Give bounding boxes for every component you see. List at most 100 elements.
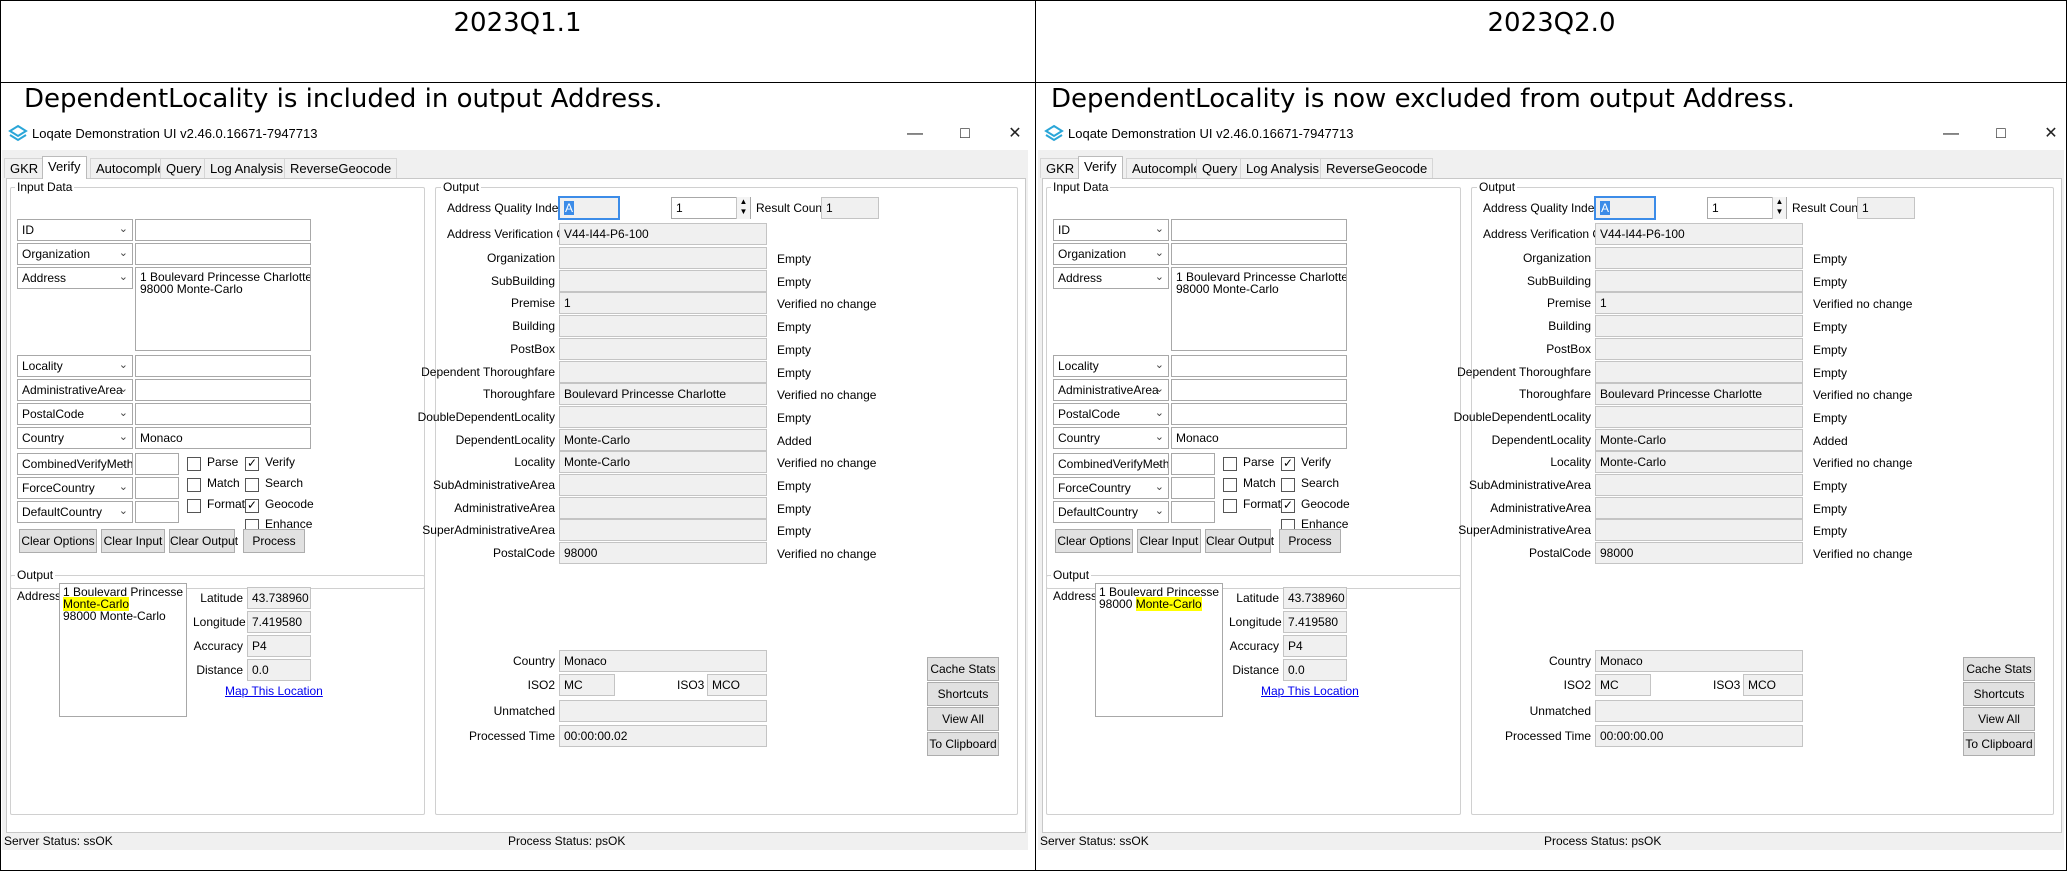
output-group-label: Output xyxy=(15,568,56,582)
map-location-link[interactable]: Map This Location xyxy=(225,684,323,698)
process-button[interactable]: Process xyxy=(243,529,305,553)
option-value-input[interactable] xyxy=(1171,477,1215,499)
minimize-icon[interactable]: — xyxy=(1934,122,1968,146)
address-input[interactable]: 1 Boulevard Princesse Charlotte 98000 Mon… xyxy=(135,267,311,351)
row-label: Building xyxy=(512,319,555,334)
spinner-arrows-icon[interactable]: ▲ ▼ xyxy=(736,197,750,219)
administrativearea-input[interactable] xyxy=(1171,379,1347,401)
match-checkbox[interactable] xyxy=(1223,478,1237,492)
country-input[interactable]: Monaco xyxy=(135,427,311,449)
format-checkbox[interactable] xyxy=(187,499,201,513)
id-input[interactable] xyxy=(1171,219,1347,241)
side-button-shortcuts[interactable]: Shortcuts xyxy=(1963,682,2035,706)
clear-output-button[interactable]: Clear Output xyxy=(169,529,238,553)
option-value-input[interactable] xyxy=(135,477,179,499)
aqi-label: Address Quality Index xyxy=(447,201,565,215)
tab-log-analysis[interactable]: Log Analysis xyxy=(1240,158,1325,178)
field-selector-locality[interactable]: Locality ⌄ xyxy=(17,355,133,377)
chevron-down-icon: ⌄ xyxy=(1154,223,1164,235)
clear-input-button[interactable]: Clear Input xyxy=(101,529,165,553)
tab-log-analysis[interactable]: Log Analysis xyxy=(204,158,289,178)
field-selector-organization[interactable]: Organization ⌄ xyxy=(1053,243,1169,265)
locality-input[interactable] xyxy=(1171,355,1347,377)
process-button[interactable]: Process xyxy=(1279,529,1341,553)
format-label: Format xyxy=(1243,497,1282,511)
field-selector-organization[interactable]: Organization ⌄ xyxy=(17,243,133,265)
row-value xyxy=(559,337,767,360)
side-button-cache-stats[interactable]: Cache Stats xyxy=(927,657,999,681)
tab-verify[interactable]: Verify xyxy=(1078,156,1123,179)
field-selector-country[interactable]: Country ⌄ xyxy=(17,427,133,449)
locality-input[interactable] xyxy=(135,355,311,377)
administrativearea-input[interactable] xyxy=(135,379,311,401)
option-value-input[interactable] xyxy=(135,501,179,523)
output-group-label: Output xyxy=(441,180,482,194)
match-checkbox[interactable] xyxy=(187,478,201,492)
tab-reversegeocode[interactable]: ReverseGeocode xyxy=(284,158,398,178)
tab-reversegeocode[interactable]: ReverseGeocode xyxy=(1320,158,1434,178)
verify-checkbox[interactable]: ✓ xyxy=(245,457,259,471)
option-value-input[interactable] xyxy=(1171,453,1215,475)
option-selector-defaultcountry[interactable]: DefaultCountry ⌄ xyxy=(17,501,133,523)
clear-options-button[interactable]: Clear Options xyxy=(19,529,97,553)
maximize-icon[interactable]: □ xyxy=(948,122,982,146)
address-input[interactable]: 1 Boulevard Princesse Charlotte 98000 Mon… xyxy=(1171,267,1347,351)
geocode-checkbox[interactable]: ✓ xyxy=(1281,499,1295,513)
row-status: Empty xyxy=(777,410,812,425)
id-input[interactable] xyxy=(135,219,311,241)
minimize-icon[interactable]: — xyxy=(898,122,932,146)
maximize-icon[interactable]: □ xyxy=(1984,122,2018,146)
side-button-view-all[interactable]: View All xyxy=(927,707,999,731)
parse-checkbox[interactable] xyxy=(1223,457,1237,471)
side-button-cache-stats[interactable]: Cache Stats xyxy=(1963,657,2035,681)
spinner-arrows-icon[interactable]: ▲ ▼ xyxy=(1772,197,1786,219)
field-selector-id[interactable]: ID ⌄ xyxy=(17,219,133,241)
search-checkbox[interactable] xyxy=(1281,478,1295,492)
tab-verify[interactable]: Verify xyxy=(42,156,87,179)
postalcode-input[interactable] xyxy=(1171,403,1347,425)
field-selector-id[interactable]: ID ⌄ xyxy=(1053,219,1169,241)
tab-query[interactable]: Query xyxy=(160,158,208,178)
field-selector-administrativearea[interactable]: AdministrativeArea ⌄ xyxy=(1053,379,1169,401)
option-selector-combinedverifymethoc[interactable]: CombinedVerifyMethoc⌄ xyxy=(1053,453,1169,475)
close-icon[interactable]: ✕ xyxy=(2034,122,2064,146)
side-button-view-all[interactable]: View All xyxy=(1963,707,2035,731)
tab-gkr[interactable]: GKR xyxy=(4,158,45,178)
field-selector-administrativearea[interactable]: AdministrativeArea ⌄ xyxy=(17,379,133,401)
verify-label: Verify xyxy=(1301,455,1332,469)
tab-query[interactable]: Query xyxy=(1196,158,1244,178)
option-selector-forcecountry[interactable]: ForceCountry ⌄ xyxy=(1053,477,1169,499)
field-selector-address[interactable]: Address ⌄ xyxy=(17,267,133,289)
clear-output-button[interactable]: Clear Output xyxy=(1205,529,1274,553)
geocode-checkbox[interactable]: ✓ xyxy=(245,499,259,513)
option-selector-combinedverifymethoc[interactable]: CombinedVerifyMethoc⌄ xyxy=(17,453,133,475)
search-checkbox[interactable] xyxy=(245,478,259,492)
postalcode-input[interactable] xyxy=(135,403,311,425)
tab-gkr[interactable]: GKR xyxy=(1040,158,1081,178)
field-selector-locality[interactable]: Locality ⌄ xyxy=(1053,355,1169,377)
row-status: Empty xyxy=(777,320,812,335)
side-button-to-clipboard[interactable]: To Clipboard xyxy=(1963,732,2035,756)
format-checkbox[interactable] xyxy=(1223,499,1237,513)
field-selector-postalcode[interactable]: PostalCode ⌄ xyxy=(17,403,133,425)
side-button-shortcuts[interactable]: Shortcuts xyxy=(927,682,999,706)
clear-options-button[interactable]: Clear Options xyxy=(1055,529,1133,553)
field-selector-country[interactable]: Country ⌄ xyxy=(1053,427,1169,449)
map-location-link[interactable]: Map This Location xyxy=(1261,684,1359,698)
option-value-input[interactable] xyxy=(1171,501,1215,523)
row-status: Empty xyxy=(1813,410,1848,425)
close-icon[interactable]: ✕ xyxy=(998,122,1028,146)
verify-checkbox[interactable]: ✓ xyxy=(1281,457,1295,471)
field-selector-postalcode[interactable]: PostalCode ⌄ xyxy=(1053,403,1169,425)
country-input[interactable]: Monaco xyxy=(1171,427,1347,449)
field-selector-address[interactable]: Address ⌄ xyxy=(1053,267,1169,289)
option-selector-defaultcountry[interactable]: DefaultCountry ⌄ xyxy=(1053,501,1169,523)
parse-checkbox[interactable] xyxy=(187,457,201,471)
row-status: Empty xyxy=(777,252,812,266)
organization-input[interactable] xyxy=(135,243,311,265)
side-button-to-clipboard[interactable]: To Clipboard xyxy=(927,732,999,756)
option-selector-forcecountry[interactable]: ForceCountry ⌄ xyxy=(17,477,133,499)
organization-input[interactable] xyxy=(1171,243,1347,265)
option-value-input[interactable] xyxy=(135,453,179,475)
clear-input-button[interactable]: Clear Input xyxy=(1137,529,1201,553)
